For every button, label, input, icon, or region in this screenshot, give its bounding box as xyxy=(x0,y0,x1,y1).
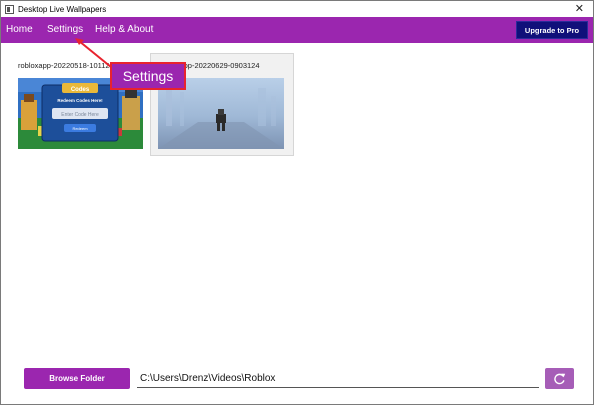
menu-help-about[interactable]: Help & About xyxy=(95,17,153,43)
app-window: Desktop Live Wallpapers ✕ Home Settings … xyxy=(0,0,594,405)
browse-folder-button[interactable]: Browse Folder xyxy=(24,368,130,389)
refresh-icon xyxy=(554,373,566,385)
close-icon[interactable]: ✕ xyxy=(575,2,584,16)
menu-home[interactable]: Home xyxy=(6,17,33,43)
overlay-input-placeholder: Enter Code Here xyxy=(61,112,99,118)
refresh-button[interactable] xyxy=(545,368,574,389)
settings-annotation-callout: Settings xyxy=(110,62,186,90)
overlay-subheader: Redeem Codes Here! xyxy=(57,98,103,103)
window-title: Desktop Live Wallpapers xyxy=(18,4,107,14)
folder-path-field[interactable] xyxy=(137,369,539,388)
menu-settings[interactable]: Settings xyxy=(47,17,83,43)
app-icon xyxy=(5,4,14,14)
overlay-header: Codes xyxy=(71,87,90,93)
overlay-button-label: Redeem xyxy=(72,126,88,131)
upgrade-to-pro-button[interactable]: Upgrade to Pro xyxy=(516,21,588,39)
title-bar: Desktop Live Wallpapers ✕ xyxy=(1,1,593,17)
wallpaper-title: robloxapp-20220518-10112 xyxy=(18,61,110,70)
menu-bar: Home Settings Help & About Upgrade to Pr… xyxy=(1,17,593,43)
